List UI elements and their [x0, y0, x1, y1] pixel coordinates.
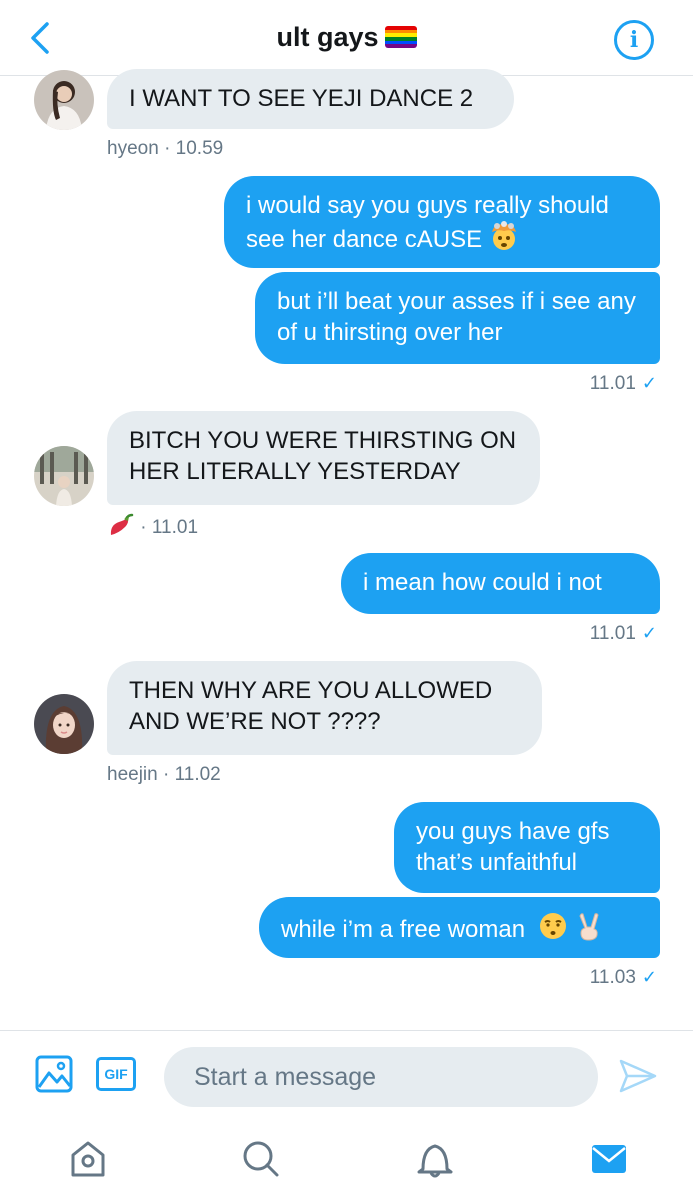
message-time: 11.01: [589, 623, 636, 644]
message-meta: hyeon · 10.59: [107, 138, 223, 160]
info-button[interactable]: i: [614, 20, 654, 60]
kissing-face-emoji: [539, 913, 566, 939]
sender-name: heejin: [107, 764, 158, 785]
bottom-tab-bar: [0, 1122, 693, 1200]
message-meta: 11.03 ✓: [590, 967, 657, 989]
message-meta: · 11.01: [107, 513, 198, 539]
send-icon: [619, 1059, 657, 1093]
message-bubble-outgoing[interactable]: i mean how could i not: [341, 553, 660, 614]
tab-messages[interactable]: [579, 1134, 639, 1184]
sender-name: hyeon: [107, 138, 159, 159]
conversation-header: ult gays i: [0, 0, 693, 76]
message-bubble-incoming[interactable]: THEN WHY ARE YOU ALLOWED AND WE’RE NOT ?…: [107, 661, 542, 755]
message-bubble-incoming[interactable]: BITCH YOU WERE THIRSTING ON HER LITERALL…: [107, 411, 540, 505]
message-input[interactable]: [164, 1047, 598, 1107]
search-icon: [243, 1141, 279, 1177]
message-meta: 11.01 ✓: [590, 623, 657, 645]
message-text: you guys have gfs that’s unfaithful: [416, 818, 610, 876]
image-icon: [35, 1055, 73, 1093]
message-composer: GIF: [0, 1030, 693, 1122]
notifications-icon: [417, 1144, 453, 1178]
message-text: THEN WHY ARE YOU ALLOWED AND WE’RE NOT ?…: [129, 677, 493, 735]
avatar-hyeon[interactable]: [34, 70, 94, 130]
message-bubble-outgoing[interactable]: but i’ll beat your asses if i see any of…: [255, 272, 660, 364]
add-gif-button[interactable]: GIF: [96, 1057, 136, 1091]
message-meta: heejin · 11.02: [107, 764, 221, 786]
message-text: i mean how could i not: [363, 569, 602, 596]
victory-hand-emoji: [579, 913, 599, 941]
message-time: 11.02: [174, 764, 221, 785]
read-check-icon: ✓: [641, 623, 657, 643]
meta-separator: ·: [164, 138, 171, 159]
message-text: while i’m a free woman: [281, 916, 526, 943]
tab-search[interactable]: [231, 1134, 291, 1184]
chili-pepper-emoji: [110, 513, 134, 535]
messages-icon: [592, 1145, 626, 1173]
avatar-heejin[interactable]: [34, 694, 94, 754]
exploding-head-emoji: [491, 221, 516, 250]
gif-label: GIF: [104, 1066, 128, 1082]
read-check-icon: ✓: [641, 967, 657, 987]
message-time: 11.03: [589, 967, 636, 988]
info-icon: i: [629, 27, 639, 53]
tab-notifications[interactable]: [405, 1134, 465, 1184]
home-icon: [71, 1141, 105, 1177]
message-text: I WANT TO SEE YEJI DANCE 2: [129, 85, 474, 112]
message-text: BITCH YOU WERE THIRSTING ON HER LITERALL…: [129, 427, 517, 485]
message-meta: 11.01 ✓: [590, 373, 657, 395]
add-image-button[interactable]: [35, 1055, 73, 1093]
message-text: but i’ll beat your asses if i see any of…: [277, 288, 636, 346]
conversation-title[interactable]: ult gays: [0, 22, 693, 53]
meta-separator: ·: [163, 764, 170, 785]
message-time: 11.01: [589, 373, 636, 394]
meta-separator: ·: [140, 517, 147, 538]
message-bubble-outgoing[interactable]: you guys have gfs that’s unfaithful: [394, 802, 660, 893]
conversation-title-text: ult gays: [276, 22, 379, 52]
message-bubble-outgoing[interactable]: i would say you guys really should see h…: [224, 176, 660, 268]
read-check-icon: ✓: [641, 373, 657, 393]
send-button[interactable]: [618, 1058, 658, 1094]
rainbow-flag-icon: [384, 26, 417, 48]
message-time: 10.59: [175, 138, 224, 159]
message-bubble-incoming[interactable]: I WANT TO SEE YEJI DANCE 2: [107, 69, 514, 129]
message-bubble-outgoing[interactable]: while i’m a free woman: [259, 897, 660, 958]
avatar-chili[interactable]: [34, 446, 94, 506]
tab-home[interactable]: [58, 1134, 118, 1184]
message-text: i would say you guys really should see h…: [246, 192, 609, 253]
message-time: 11.01: [151, 517, 199, 538]
